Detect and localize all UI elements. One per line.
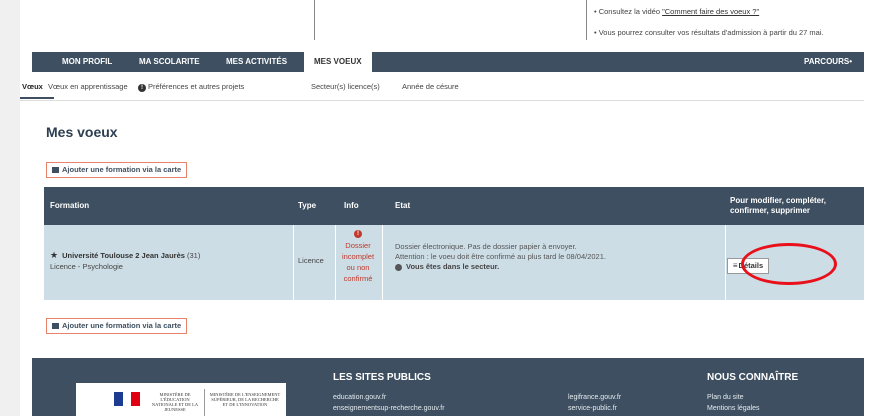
type-cell: Licence: [298, 256, 324, 265]
tab-voeux-apprentissage[interactable]: Vœux en apprentissage: [48, 82, 128, 91]
footer-know-title: NOUS CONNAÎTRE: [707, 372, 799, 383]
sector-icon: [395, 263, 402, 271]
star-icon[interactable]: ★: [50, 250, 58, 260]
footer-link[interactable]: education.gouv.fr: [333, 394, 386, 401]
nav-mes-activites[interactable]: MES ACTIVITÉS: [226, 52, 287, 72]
map-icon: [52, 323, 59, 330]
nav-mes-voeux[interactable]: MES VOEUX: [304, 52, 372, 72]
footer-link[interactable]: Mentions légales: [707, 405, 760, 412]
video-info: • Consultez la vidéo "Comment faire des …: [594, 7, 759, 16]
column-separator: [382, 225, 383, 300]
footer-link[interactable]: Plan du site: [707, 394, 744, 401]
info-status-line: confirmé: [343, 274, 373, 283]
ministry-logos: MINISTÈRE DE L'ÉDUCATION NATIONALE ET DE…: [76, 383, 286, 416]
etat-cell: Dossier électronique. Pas de dossier pap…: [395, 242, 606, 272]
map-icon: [52, 167, 59, 174]
ministry-research-text: MINISTÈRE DE L'ENSEIGNEMENT SUPÉRIEUR, D…: [209, 392, 281, 407]
info-status-cell: ! Dossier incomplet ou non confirmé: [337, 230, 379, 284]
nav-mon-profil[interactable]: MON PROFIL: [62, 52, 112, 72]
tab-voeux[interactable]: Vœux: [22, 82, 43, 91]
info-icon: !: [138, 84, 146, 92]
divider: [314, 0, 315, 40]
page-title: Mes voeux: [46, 124, 118, 140]
nav-ma-scolarite[interactable]: MA SCOLARITE: [139, 52, 200, 72]
footer-link[interactable]: service-public.fr: [568, 405, 617, 412]
footer-link[interactable]: legifrance.gouv.fr: [568, 394, 621, 401]
logo-divider: [204, 389, 205, 416]
header-info: Info: [344, 201, 359, 210]
tab-preferences[interactable]: ! Préférences et autres projets: [138, 82, 244, 92]
video-info-text: • Consultez la vidéo: [594, 7, 663, 16]
divider: [586, 0, 587, 40]
table-header: Formation Type Info Etat Pour modifier, …: [44, 187, 864, 225]
footer-link[interactable]: enseignementsup-recherche.gouv.fr: [333, 405, 445, 412]
column-separator: [293, 225, 294, 300]
video-link[interactable]: "Comment faire des voeux ?": [662, 7, 759, 16]
tab-secteurs[interactable]: Secteur(s) licence(s): [311, 82, 380, 91]
info-status-line: incomplet: [341, 252, 375, 261]
add-formation-button[interactable]: Ajouter une formation via la carte: [46, 162, 188, 178]
tab-preferences-label: Préférences et autres projets: [148, 82, 245, 91]
add-formation-label: Ajouter une formation via la carte: [62, 321, 182, 330]
footer: LES SITES PUBLICS education.gouv.fr ense…: [32, 358, 864, 416]
etat-sector: Vous êtes dans le secteur.: [395, 262, 606, 272]
column-separator: [725, 225, 726, 300]
program-name: Licence - Psychologie: [50, 262, 123, 271]
marianne-logo: [114, 392, 140, 406]
etat-sector-text: Vous êtes dans le secteur.: [406, 262, 500, 271]
add-formation-label: Ajouter une formation via la carte: [62, 165, 182, 174]
main-nav: MON PROFIL MA SCOLARITE MES ACTIVITÉS ME…: [32, 52, 864, 72]
department-code: (31): [187, 251, 201, 260]
header-actions: Pour modifier, compléter, confirmer, sup…: [730, 196, 827, 215]
left-margin: [0, 0, 20, 416]
list-icon: ≡: [732, 261, 738, 270]
info-status-line: ou non: [346, 263, 370, 272]
university-name: Université Toulouse 2 Jean Jaurès: [62, 251, 185, 260]
header-etat: Etat: [395, 201, 411, 210]
sub-tabs: Vœux Vœux en apprentissage ! Préférences …: [20, 76, 864, 101]
tab-annee-cesure[interactable]: Année de césure: [402, 82, 459, 91]
footer-sites-title: LES SITES PUBLICS: [333, 372, 431, 383]
ministry-education-text: MINISTÈRE DE L'ÉDUCATION NATIONALE ET DE…: [151, 392, 199, 412]
info-status-line: Dossier: [345, 241, 371, 250]
highlight-circle: [741, 243, 837, 285]
add-formation-button-bottom[interactable]: Ajouter une formation via la carte: [46, 318, 188, 334]
header-type: Type: [298, 201, 317, 210]
alert-icon: !: [354, 230, 362, 238]
column-separator: [335, 225, 336, 300]
active-tab-indicator: [20, 97, 54, 99]
nav-parcours[interactable]: PARCOURS•: [804, 52, 852, 72]
results-info: • Vous pourrez consulter vos résultats d…: [594, 28, 824, 37]
header-formation: Formation: [50, 201, 90, 210]
etat-dossier-text: Dossier électronique. Pas de dossier pap…: [395, 242, 577, 251]
formation-cell: ★ Université Toulouse 2 Jean Jaurès (31): [50, 250, 200, 261]
etat-deadline-text: Attention : le voeu doit être confirmé a…: [395, 252, 606, 261]
